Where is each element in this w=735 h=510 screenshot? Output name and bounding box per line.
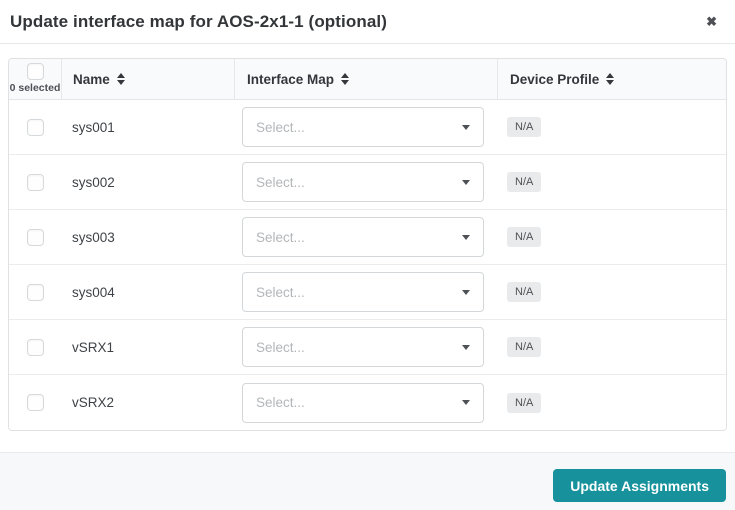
device-profile-badge: N/A: [507, 337, 541, 357]
table-row: sys004 Select... N/A: [9, 265, 726, 320]
column-header-interface-map-label: Interface Map: [247, 72, 334, 87]
device-profile-badge: N/A: [507, 227, 541, 247]
device-profile-badge: N/A: [507, 172, 541, 192]
column-header-name-label: Name: [73, 72, 110, 87]
row-checkbox-cell: [9, 229, 61, 246]
interface-map-cell: Select...: [234, 217, 497, 257]
dropdown-caret-icon: [462, 180, 470, 185]
interface-map-placeholder: Select...: [256, 175, 305, 190]
dropdown-caret-icon: [462, 400, 470, 405]
row-checkbox[interactable]: [27, 119, 44, 136]
table-row: vSRX1 Select... N/A: [9, 320, 726, 375]
sort-icon[interactable]: [341, 73, 349, 85]
row-checkbox-cell: [9, 119, 61, 136]
interface-map-cell: Select...: [234, 162, 497, 202]
table-row: sys003 Select... N/A: [9, 210, 726, 265]
device-profile-badge: N/A: [507, 282, 541, 302]
row-checkbox[interactable]: [27, 284, 44, 301]
interface-map-select[interactable]: Select...: [242, 383, 484, 423]
device-name: vSRX1: [61, 340, 234, 355]
select-all-header-cell: 0 selected: [9, 59, 61, 99]
column-header-device-profile-label: Device Profile: [510, 72, 599, 87]
row-checkbox-cell: [9, 339, 61, 356]
device-profile-cell: N/A: [497, 117, 726, 137]
row-checkbox[interactable]: [27, 229, 44, 246]
device-profile-badge: N/A: [507, 393, 541, 413]
dropdown-caret-icon: [462, 125, 470, 130]
interface-map-placeholder: Select...: [256, 120, 305, 135]
interface-map-placeholder: Select...: [256, 285, 305, 300]
device-name: sys002: [61, 175, 234, 190]
interface-map-placeholder: Select...: [256, 340, 305, 355]
interface-map-cell: Select...: [234, 107, 497, 147]
interface-map-select[interactable]: Select...: [242, 162, 484, 202]
row-checkbox-cell: [9, 394, 61, 411]
interface-map-cell: Select...: [234, 327, 497, 367]
interface-map-cell: Select...: [234, 272, 497, 312]
device-profile-cell: N/A: [497, 393, 726, 413]
device-profile-cell: N/A: [497, 227, 726, 247]
column-header-name[interactable]: Name: [61, 59, 234, 99]
device-table-header: 0 selected Name Interface Map Device Pro…: [9, 59, 726, 100]
column-header-device-profile[interactable]: Device Profile: [497, 59, 726, 99]
device-profile-cell: N/A: [497, 337, 726, 357]
table-row: sys002 Select... N/A: [9, 155, 726, 210]
sort-icon[interactable]: [606, 73, 614, 85]
column-header-interface-map[interactable]: Interface Map: [234, 59, 497, 99]
row-checkbox[interactable]: [27, 174, 44, 191]
device-table: 0 selected Name Interface Map Device Pro…: [8, 58, 727, 431]
device-profile-badge: N/A: [507, 117, 541, 137]
interface-map-cell: Select...: [234, 383, 497, 423]
row-checkbox-cell: [9, 174, 61, 191]
device-name: sys001: [61, 120, 234, 135]
row-checkbox-cell: [9, 284, 61, 301]
update-interface-map-modal: Update interface map for AOS-2x1-1 (opti…: [0, 0, 735, 510]
table-row: sys001 Select... N/A: [9, 100, 726, 155]
dropdown-caret-icon: [462, 345, 470, 350]
update-assignments-button[interactable]: Update Assignments: [553, 469, 726, 502]
interface-map-placeholder: Select...: [256, 230, 305, 245]
dropdown-caret-icon: [462, 290, 470, 295]
dropdown-caret-icon: [462, 235, 470, 240]
interface-map-placeholder: Select...: [256, 395, 305, 410]
table-row: vSRX2 Select... N/A: [9, 375, 726, 430]
modal-header: Update interface map for AOS-2x1-1 (opti…: [0, 0, 735, 44]
row-checkbox[interactable]: [27, 394, 44, 411]
sort-icon[interactable]: [117, 73, 125, 85]
select-all-checkbox[interactable]: [27, 63, 44, 80]
modal-footer: Update Assignments: [0, 452, 735, 510]
row-checkbox[interactable]: [27, 339, 44, 356]
modal-title: Update interface map for AOS-2x1-1 (opti…: [10, 12, 387, 32]
selected-count-label: 0 selected: [10, 82, 61, 94]
interface-map-select[interactable]: Select...: [242, 217, 484, 257]
interface-map-select[interactable]: Select...: [242, 272, 484, 312]
device-name: vSRX2: [61, 395, 234, 410]
device-profile-cell: N/A: [497, 172, 726, 192]
close-icon[interactable]: ✖: [706, 15, 717, 28]
device-name: sys004: [61, 285, 234, 300]
device-profile-cell: N/A: [497, 282, 726, 302]
interface-map-select[interactable]: Select...: [242, 107, 484, 147]
interface-map-select[interactable]: Select...: [242, 327, 484, 367]
device-name: sys003: [61, 230, 234, 245]
device-table-body: sys001 Select... N/A sys002 Select... N/…: [9, 100, 726, 430]
